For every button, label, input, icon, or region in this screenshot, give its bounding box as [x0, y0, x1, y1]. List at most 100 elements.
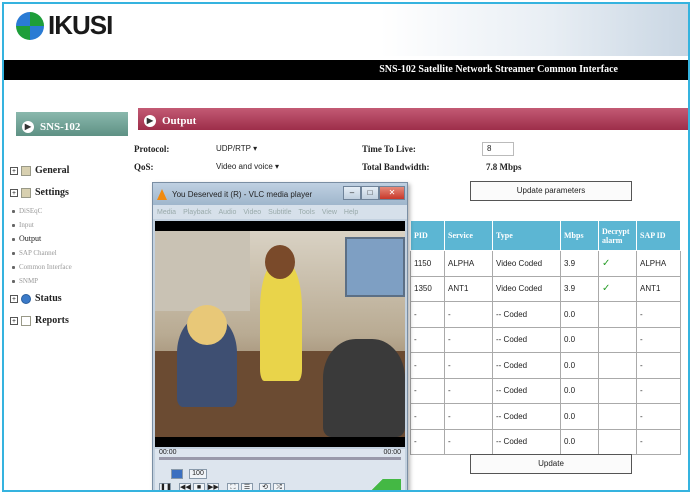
- bullet-icon: [12, 279, 15, 283]
- chevron-down-icon: ▾: [275, 162, 280, 171]
- update-parameters-button[interactable]: Update parameters: [470, 181, 632, 201]
- nav-label: DiSEqC: [19, 207, 43, 215]
- table-row: - - -- Coded 0.0-: [410, 377, 681, 404]
- table-row: - - -- Coded 0.0-: [410, 326, 681, 353]
- nav-sap-channel[interactable]: SAP Channel: [10, 246, 128, 260]
- table-cell: -- Coded: [492, 377, 561, 404]
- vlc-menu-item[interactable]: Subtitle: [268, 209, 291, 216]
- sap-id-field[interactable]: -: [636, 326, 681, 353]
- table-cell: Video Coded: [492, 250, 561, 277]
- output-header: ▶ Output: [138, 108, 688, 130]
- protocol-value: UDP/RTP: [216, 144, 251, 153]
- table-cell: -: [444, 377, 493, 404]
- table-cell: -- Coded: [492, 301, 561, 328]
- vlc-title-bar[interactable]: You Deserved it (R) - VLC media player –…: [153, 183, 407, 205]
- table-cell: [598, 377, 637, 404]
- sap-id-field[interactable]: ALPHA: [636, 250, 681, 277]
- table-cell: -: [410, 326, 445, 353]
- seek-bar[interactable]: [159, 457, 401, 460]
- table-cell: -: [444, 352, 493, 379]
- nav-input[interactable]: Input: [10, 218, 128, 232]
- logo-text: IKUSI: [48, 10, 113, 40]
- protocol-select[interactable]: UDP/RTP ▾: [216, 144, 257, 153]
- nav-output[interactable]: Output: [10, 232, 128, 246]
- vlc-menu-item[interactable]: Playback: [183, 209, 211, 216]
- bandwidth-label: Total Bandwidth:: [362, 162, 430, 172]
- pause-icon[interactable]: ❚❚: [159, 483, 172, 490]
- playlist-icon[interactable]: ☰: [241, 483, 253, 490]
- services-table: PID Service Type Mbps Decrypt alarm SAP ID 11…: [410, 220, 681, 455]
- nav-label: General: [35, 165, 70, 176]
- folder-icon: [21, 188, 31, 198]
- nav-status[interactable]: + Status: [10, 288, 128, 310]
- expand-icon[interactable]: +: [10, 189, 18, 197]
- next-icon[interactable]: ▶▶: [207, 483, 219, 490]
- record-icon[interactable]: [171, 469, 183, 479]
- table-cell: 0.0: [560, 301, 599, 328]
- loop-icon[interactable]: ⟲: [259, 483, 271, 490]
- expand-icon[interactable]: +: [10, 317, 18, 325]
- nav-snmp[interactable]: SNMP: [10, 274, 128, 288]
- sap-id-field[interactable]: -: [636, 301, 681, 328]
- vlc-title-text: You Deserved it (R) - VLC media player: [172, 189, 313, 199]
- sap-id-field[interactable]: ANT1: [636, 275, 681, 302]
- minimize-icon[interactable]: –: [343, 186, 361, 200]
- table-cell: [598, 352, 637, 379]
- table-cell: -- Coded: [492, 428, 561, 455]
- document-icon: [21, 316, 31, 326]
- table-cell: 0.0: [560, 403, 599, 430]
- column-header: Decrypt alarm: [598, 220, 637, 251]
- update-button[interactable]: Update: [470, 454, 632, 474]
- vlc-menu-item[interactable]: Help: [344, 209, 358, 216]
- left-nav: ▶ SNS-102 + General + Settings DiSEqC In…: [4, 90, 132, 490]
- ttl-input[interactable]: 8: [482, 142, 514, 156]
- nav-label: Settings: [35, 187, 69, 198]
- info-icon: [21, 294, 31, 304]
- bullet-icon: [12, 209, 15, 213]
- vlc-menu-item[interactable]: Video: [243, 209, 261, 216]
- column-header: Mbps: [560, 220, 599, 251]
- stop-icon[interactable]: ■: [193, 483, 205, 490]
- qos-select[interactable]: Video and voice ▾: [216, 162, 279, 171]
- time-total: 00:00: [383, 449, 401, 456]
- nav-settings[interactable]: + Settings: [10, 182, 128, 204]
- scene-person-left-head: [187, 305, 227, 345]
- nav-label: Common Interface: [19, 263, 72, 271]
- vlc-menu-bar: Media Playback Audio Video Subtitle Tools View…: [153, 205, 407, 219]
- expand-icon[interactable]: +: [10, 295, 18, 303]
- maximize-icon[interactable]: □: [361, 186, 379, 200]
- sap-id-field[interactable]: -: [636, 377, 681, 404]
- nav-label: Input: [19, 221, 34, 229]
- table-cell: -: [410, 403, 445, 430]
- table-cell: Video Coded: [492, 275, 561, 302]
- table-cell: 1150: [410, 250, 445, 277]
- table-cell: -: [410, 301, 445, 328]
- nav-common-interface[interactable]: Common Interface: [10, 260, 128, 274]
- volume-slider[interactable]: [351, 479, 401, 490]
- sap-id-field[interactable]: -: [636, 352, 681, 379]
- bullet-icon: [12, 265, 15, 269]
- table-cell: [598, 326, 637, 353]
- device-tab[interactable]: ▶ SNS-102: [16, 112, 128, 136]
- vlc-window[interactable]: You Deserved it (R) - VLC media player –…: [152, 182, 408, 490]
- sap-id-field[interactable]: -: [636, 428, 681, 455]
- nav-general[interactable]: + General: [10, 160, 128, 182]
- vlc-menu-item[interactable]: Audio: [218, 209, 236, 216]
- table-cell: -- Coded: [492, 352, 561, 379]
- shuffle-icon[interactable]: ⤮: [273, 483, 285, 490]
- fullscreen-icon[interactable]: ⛶: [227, 483, 239, 490]
- nav-diseqc[interactable]: DiSEqC: [10, 204, 128, 218]
- prev-icon[interactable]: ◀◀: [179, 483, 191, 490]
- video-area[interactable]: [155, 221, 405, 447]
- close-icon[interactable]: ✕: [379, 186, 405, 200]
- expand-icon[interactable]: +: [10, 167, 18, 175]
- scene-person-standing: [260, 261, 302, 381]
- table-cell: -: [410, 377, 445, 404]
- vlc-menu-item[interactable]: View: [322, 209, 337, 216]
- qos-value: Video and voice: [216, 162, 273, 171]
- nav-reports[interactable]: + Reports: [10, 310, 128, 332]
- vlc-menu-item[interactable]: Tools: [299, 209, 315, 216]
- vlc-menu-item[interactable]: Media: [157, 209, 176, 216]
- sap-id-field[interactable]: -: [636, 403, 681, 430]
- table-header-row: PID Service Type Mbps Decrypt alarm SAP ID: [410, 220, 681, 251]
